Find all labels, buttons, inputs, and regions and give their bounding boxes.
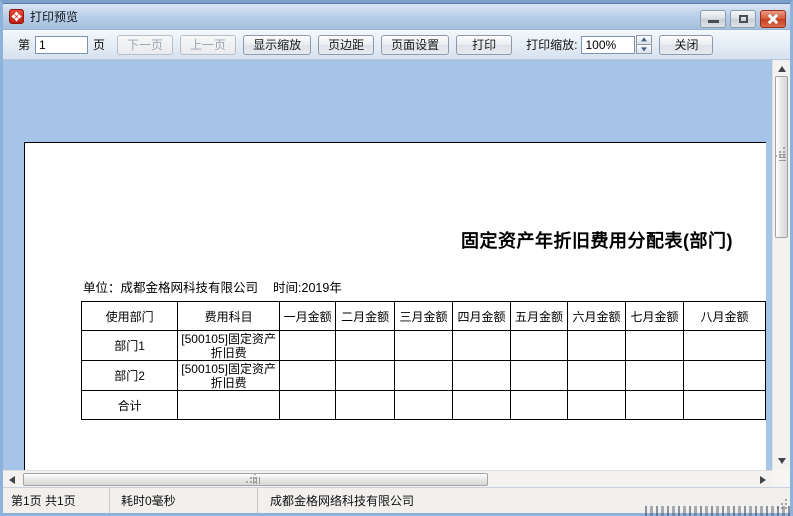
scroll-left-icon[interactable]	[9, 476, 15, 484]
amount-cell	[280, 361, 336, 391]
unit-value: 成都金格网科技有限公司	[121, 281, 259, 295]
status-page-info: 第1页 共1页	[3, 488, 110, 513]
report-title: 固定资产年折旧费用分配表(部门)	[461, 227, 733, 253]
amount-cell	[683, 391, 765, 420]
amount-cell	[683, 361, 765, 391]
header-cell: 二月金额	[336, 302, 395, 331]
toolbar: 第 页 下一页 上一页 显示缩放 页边距 页面设置 打印 打印缩放: 关闭	[3, 30, 790, 60]
report-page: 固定资产年折旧费用分配表(部门) 单位：成都金格网科技有限公司时间:2019年 …	[24, 142, 766, 470]
page-suffix-label: 页	[93, 36, 105, 53]
report-table: 使用部门费用科目一月金额二月金额三月金额四月金额五月金额六月金额七月金额八月金额…	[81, 301, 766, 420]
status-elapsed: 耗时0毫秒	[110, 488, 258, 513]
print-button[interactable]: 打印	[456, 35, 512, 55]
page-prefix-label: 第	[18, 36, 30, 53]
vertical-scrollbar-thumb[interactable]	[775, 76, 788, 238]
scroll-up-icon[interactable]	[778, 66, 786, 72]
header-cell: 八月金额	[683, 302, 765, 331]
time-label: 时间:	[273, 281, 301, 295]
scroll-right-icon[interactable]	[760, 476, 766, 484]
unit-label: 单位：	[83, 281, 121, 295]
page-setup-button[interactable]: 页面设置	[381, 35, 449, 55]
amount-cell	[626, 361, 684, 391]
header-cell: 使用部门	[82, 302, 178, 331]
preview-area: 固定资产年折旧费用分配表(部门) 单位：成都金格网科技有限公司时间:2019年 …	[3, 60, 790, 487]
dept-cell: 合计	[82, 391, 178, 420]
header-cell: 费用科目	[178, 302, 280, 331]
dept-cell: 部门1	[82, 331, 178, 361]
amount-cell	[683, 331, 765, 361]
clipped-watermark-text	[645, 506, 793, 516]
amount-cell	[395, 391, 453, 420]
amount-cell	[568, 391, 626, 420]
amount-cell	[280, 331, 336, 361]
window-controls	[700, 10, 786, 28]
print-zoom-spinner	[636, 35, 652, 54]
window-title: 打印预览	[30, 8, 78, 25]
horizontal-scrollbar-thumb[interactable]	[23, 473, 488, 486]
amount-cell	[626, 391, 684, 420]
vertical-scrollbar[interactable]	[772, 60, 790, 470]
header-cell: 五月金额	[510, 302, 567, 331]
amount-cell	[395, 361, 453, 391]
print-zoom-input[interactable]	[581, 36, 635, 54]
close-icon[interactable]	[760, 10, 786, 28]
table-row: 部门2[500105]固定资产折旧费	[82, 361, 766, 391]
subject-cell: [500105]固定资产折旧费	[178, 361, 280, 391]
amount-cell	[395, 331, 453, 361]
amount-cell	[336, 331, 395, 361]
amount-cell	[280, 391, 336, 420]
amount-cell	[453, 331, 511, 361]
amount-cell	[453, 361, 511, 391]
amount-cell	[568, 361, 626, 391]
amount-cell	[510, 361, 567, 391]
scrollbar-corner	[772, 470, 790, 487]
table-row: 合计	[82, 391, 766, 420]
prev-page-button[interactable]: 上一页	[180, 35, 236, 55]
header-cell: 七月金额	[626, 302, 684, 331]
screen: 打印预览 第 页 下一页 上一页 显示缩放 页边距 页面设置 打印 打印缩放:	[0, 0, 793, 516]
title-bar: 打印预览	[3, 3, 790, 30]
app-icon	[9, 9, 24, 24]
page-number-input[interactable]	[35, 36, 88, 54]
margins-button[interactable]: 页边距	[318, 35, 374, 55]
header-cell: 六月金额	[568, 302, 626, 331]
horizontal-scrollbar[interactable]	[3, 470, 772, 487]
amount-cell	[510, 391, 567, 420]
amount-cell	[336, 391, 395, 420]
header-cell: 四月金额	[453, 302, 511, 331]
report-meta-line: 单位：成都金格网科技有限公司时间:2019年	[83, 277, 342, 296]
minimize-icon[interactable]	[700, 10, 726, 28]
maximize-icon[interactable]	[730, 10, 756, 28]
subject-cell: [500105]固定资产折旧费	[178, 331, 280, 361]
amount-cell	[336, 361, 395, 391]
subject-cell	[178, 391, 280, 420]
print-zoom-label: 打印缩放:	[526, 36, 577, 53]
amount-cell	[510, 331, 567, 361]
time-value: 2019年	[302, 281, 342, 295]
amount-cell	[568, 331, 626, 361]
scroll-down-icon[interactable]	[778, 458, 786, 464]
table-row: 部门1[500105]固定资产折旧费	[82, 331, 766, 361]
spinner-down-icon[interactable]	[636, 45, 652, 54]
show-zoom-button[interactable]: 显示缩放	[243, 35, 311, 55]
spinner-up-icon[interactable]	[636, 35, 652, 45]
next-page-button[interactable]: 下一页	[117, 35, 173, 55]
close-preview-button[interactable]: 关闭	[659, 35, 713, 55]
print-preview-window: 打印预览 第 页 下一页 上一页 显示缩放 页边距 页面设置 打印 打印缩放:	[0, 0, 793, 516]
dept-cell: 部门2	[82, 361, 178, 391]
header-cell: 一月金额	[280, 302, 336, 331]
header-cell: 三月金额	[395, 302, 453, 331]
amount-cell	[453, 391, 511, 420]
amount-cell	[626, 331, 684, 361]
